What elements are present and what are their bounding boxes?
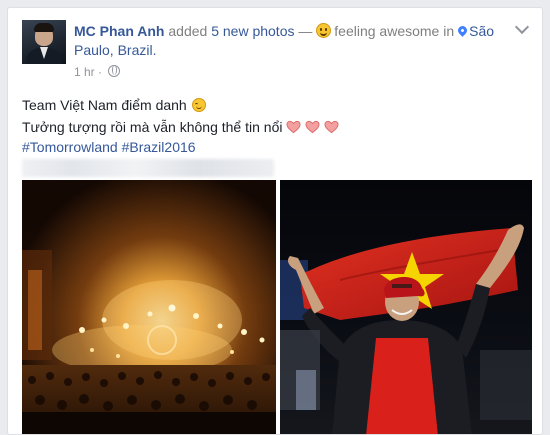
post-text-line-2-text: Tưởng tượng rồi mà vẫn không thể tin nổi — [22, 119, 283, 135]
feed-post: MC Phan Anh added 5 new photos — feeling… — [7, 7, 543, 435]
action-text: added — [168, 23, 208, 39]
in-word: in — [443, 23, 455, 39]
hashtag-brazil2016[interactable]: #Brazil2016 — [122, 139, 196, 155]
hashtag-tomorrowland[interactable]: #Tomorrowland — [22, 139, 118, 155]
author-name[interactable]: MC Phan Anh — [74, 23, 164, 39]
photo-count-link[interactable]: 5 new photos — [211, 23, 294, 39]
blurred-text-region — [22, 159, 274, 177]
heart-emoji — [286, 120, 302, 134]
location-pin-icon — [456, 24, 470, 37]
separator: — — [298, 23, 313, 39]
meta-dot: · — [98, 65, 103, 79]
photo-vietnam-flag[interactable] — [280, 180, 532, 434]
post-meta: 1 hr · — [74, 65, 121, 79]
timestamp-link[interactable]: 1 hr — [74, 65, 95, 79]
heart-emoji — [324, 120, 340, 134]
post-text-line-1: Team Việt Nam điểm danh — [22, 95, 522, 115]
vietnam-flag-image — [280, 180, 532, 434]
post-body: Team Việt Nam điểm danh Tưởng tượng rồi … — [22, 95, 522, 157]
feeling-text: feeling awesome — [334, 23, 440, 39]
heart-emoji — [305, 120, 321, 134]
post-header: MC Phan Anh added 5 new photos — feeling… — [74, 22, 514, 60]
avatar[interactable] — [22, 20, 66, 64]
post-text-line-1-text: Team Việt Nam điểm danh — [22, 97, 187, 113]
globe-icon[interactable] — [108, 65, 121, 77]
chevron-down-icon[interactable] — [514, 19, 530, 35]
avatar-hair — [34, 23, 54, 32]
hashtags-line: #Tomorrowland #Brazil2016 — [22, 137, 522, 157]
smiley-emoji — [191, 98, 206, 112]
festival-crowd-image — [22, 180, 276, 434]
post-text-line-2: Tưởng tượng rồi mà vẫn không thể tin nổi — [22, 117, 522, 137]
photo-festival-crowd[interactable] — [22, 180, 276, 434]
smiling-face-icon — [316, 23, 332, 38]
